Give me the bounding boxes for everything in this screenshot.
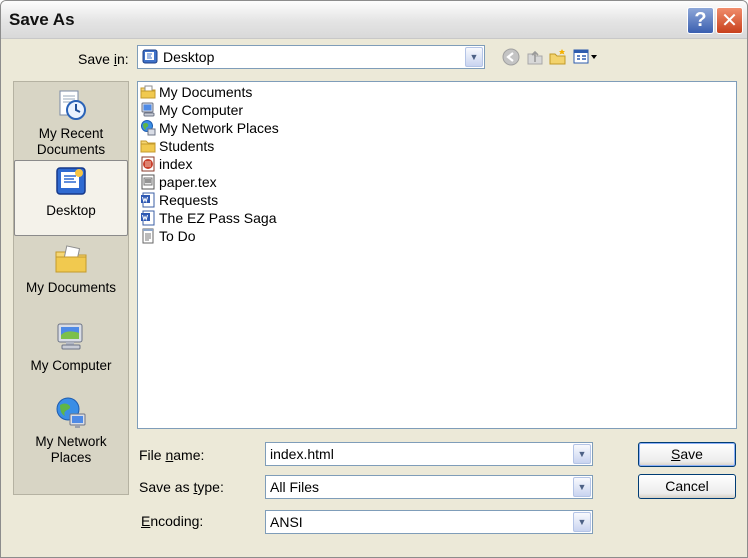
recent-documents-icon [59, 90, 86, 120]
view-menu-icon[interactable] [573, 48, 599, 66]
up-folder-icon[interactable] [526, 48, 544, 66]
my-network-icon [141, 120, 156, 136]
save-in-dropdown[interactable]: Desktop ▼ [137, 45, 485, 69]
place-my-recent-documents[interactable]: My Recent Documents [14, 88, 128, 158]
encoding-label: Encoding: [141, 513, 204, 529]
encoding-value: ANSI [270, 514, 303, 530]
place-my-network-places[interactable]: My Network Places [14, 396, 128, 466]
file-name-field[interactable]: index.html ▼ [265, 442, 593, 466]
list-item[interactable]: index [140, 155, 192, 173]
save-as-dialog: Save As ? ✕ Save in: Desktop ▼ My Recent… [0, 0, 748, 558]
list-item[interactable]: Students [140, 137, 214, 155]
my-documents-icon [55, 245, 87, 273]
list-item[interactable]: The EZ Pass Saga [140, 209, 277, 227]
file-list[interactable]: My Documents My Computer My Network Plac… [137, 81, 737, 429]
word-document-icon [141, 192, 155, 208]
my-computer-icon [141, 102, 155, 117]
close-icon: ✕ [721, 10, 738, 32]
place-desktop[interactable]: Desktop [14, 160, 128, 236]
list-item[interactable]: Requests [140, 191, 218, 209]
desktop-icon [56, 167, 86, 195]
list-item[interactable]: To Do [140, 227, 196, 245]
save-in-value: Desktop [163, 49, 215, 65]
html-file-icon [141, 156, 155, 172]
chevron-down-icon[interactable]: ▼ [573, 444, 591, 464]
my-documents-icon [140, 85, 156, 99]
list-item[interactable]: paper.tex [140, 173, 217, 191]
list-item[interactable]: My Computer [140, 101, 243, 119]
places-bar: My Recent Documents Desktop My Documents [13, 81, 129, 495]
tex-file-icon [141, 174, 155, 190]
my-computer-icon [57, 323, 83, 350]
encoding-dropdown[interactable]: ANSI ▼ [265, 510, 593, 534]
folder-icon [140, 140, 156, 153]
place-my-computer[interactable]: My Computer [14, 320, 128, 374]
save-in-label: Save in: [78, 51, 129, 67]
new-folder-icon[interactable] [549, 48, 567, 66]
back-icon[interactable] [502, 48, 520, 66]
file-name-label: File name: [139, 447, 205, 463]
chevron-down-icon[interactable]: ▼ [465, 47, 483, 67]
window-title: Save As [9, 10, 75, 29]
save-as-type-label: Save as type: [139, 479, 224, 495]
desktop-icon [142, 49, 158, 64]
save-as-type-value: All Files [270, 479, 320, 495]
place-my-documents[interactable]: My Documents [14, 242, 128, 296]
word-document-icon [141, 210, 155, 226]
save-button[interactable]: Save [638, 442, 736, 467]
list-item[interactable]: My Documents [140, 83, 252, 101]
title-bar[interactable]: Save As ? ✕ [1, 1, 747, 39]
close-button[interactable]: ✕ [716, 7, 743, 34]
help-button[interactable]: ? [687, 7, 714, 34]
list-item[interactable]: My Network Places [140, 119, 279, 137]
cancel-button[interactable]: Cancel [638, 474, 736, 499]
chevron-down-icon[interactable]: ▼ [573, 512, 591, 532]
text-file-icon [142, 228, 154, 244]
save-as-type-dropdown[interactable]: All Files ▼ [265, 475, 593, 499]
help-icon: ? [694, 9, 707, 31]
file-name-value: index.html [270, 446, 334, 462]
my-network-icon [56, 397, 86, 428]
chevron-down-icon[interactable]: ▼ [573, 477, 591, 497]
